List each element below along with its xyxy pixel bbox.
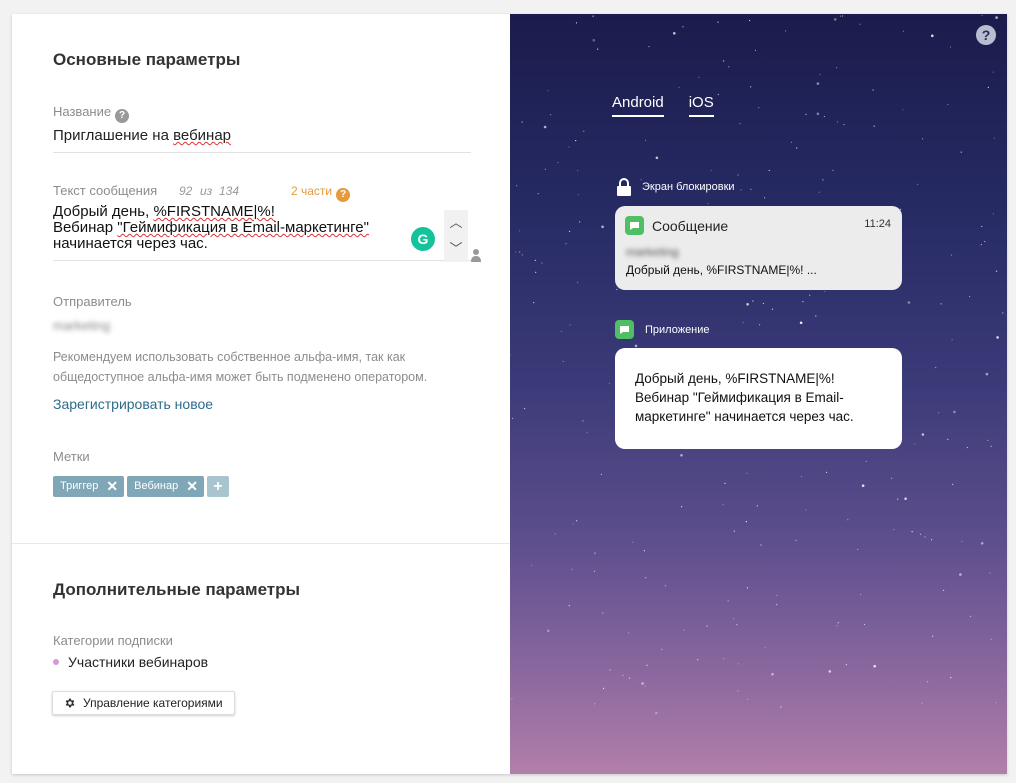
register-new-link[interactable]: Зарегистрировать новое [53, 396, 213, 412]
question-circle-icon[interactable]: ? [336, 188, 351, 202]
main-section-title: Основные параметры [53, 50, 241, 69]
category-item: Участники вебинаров [53, 654, 208, 670]
lock-screen-label: Экран блокировки [617, 178, 735, 196]
close-icon[interactable]: ✕ [186, 476, 198, 497]
notification-sender: marketing [626, 245, 679, 259]
name-label: Название? [53, 104, 130, 123]
app-message-bubble: Добрый день, %FIRSTNAME|%! Вебинар "Гейм… [615, 348, 902, 449]
close-icon[interactable]: ✕ [106, 476, 118, 497]
additional-section-title: Дополнительные параметры [53, 580, 301, 599]
message-bubble-icon [625, 216, 644, 235]
preview-panel: ? Android iOS Экран блокировки Сообщение… [510, 14, 1007, 774]
sender-hint: Рекомендуем использовать собственное аль… [53, 350, 428, 384]
name-input[interactable]: Приглашение на вебинар [53, 127, 471, 153]
app-label: Приложение [615, 320, 710, 339]
tags-label: Метки [53, 449, 90, 464]
question-circle-icon[interactable]: ? [976, 25, 996, 45]
question-circle-icon[interactable]: ? [115, 109, 130, 123]
sender-value[interactable]: marketing [53, 318, 110, 333]
settings-card: Основные параметры Название? Приглашение… [12, 14, 1007, 774]
lock-icon [617, 178, 631, 196]
lock-screen-notification: Сообщение 11:24 marketing Добрый день, %… [615, 206, 902, 290]
char-max: 134 [219, 184, 240, 198]
tags-list: Триггер ✕ Вебинар ✕ + [53, 476, 229, 497]
gear-icon [65, 698, 75, 708]
chevron-down-icon[interactable]: ﹀ [444, 236, 468, 262]
add-tag-button[interactable]: + [206, 476, 229, 497]
sms-parts: 2 части? [291, 184, 351, 202]
name-value-part1: Приглашение на [53, 127, 174, 144]
message-bubble-icon [615, 320, 634, 339]
notification-header: Сообщение [625, 216, 728, 235]
tab-ios[interactable]: iOS [688, 94, 714, 117]
platform-tabs: Android iOS [612, 94, 714, 117]
manage-categories-button[interactable]: Управление категориями [52, 691, 235, 715]
message-line-1: Добрый день, %FIRSTNAME|%! [53, 203, 275, 220]
message-textarea[interactable]: Добрый день, %FIRSTNAME|%! Вебинар "Гейм… [53, 204, 471, 261]
char-count: 92 [179, 184, 193, 198]
message-label: Текст сообщения [53, 183, 158, 198]
grammarly-icon[interactable]: G [411, 227, 435, 251]
message-line-3: начинается через час. [53, 235, 208, 252]
category-dot [53, 659, 59, 665]
tab-android[interactable]: Android [612, 94, 664, 117]
tag-webinar: Вебинар ✕ [127, 476, 204, 497]
tag-trigger: Триггер ✕ [53, 476, 125, 497]
section-divider [12, 543, 510, 544]
notification-time: 11:24 [864, 218, 891, 230]
user-icon [471, 249, 481, 262]
char-of: из [200, 184, 213, 198]
notification-preview: Добрый день, %FIRSTNAME|%! ... [626, 263, 817, 277]
textarea-scrollbar[interactable]: ︿ ﹀ [444, 210, 468, 262]
settings-panel: Основные параметры Название? Приглашение… [12, 14, 510, 774]
name-value-part2: вебинар [173, 127, 232, 144]
message-line-2: Вебинар "Геймификация в Email-маркетинге… [53, 219, 369, 236]
sender-label: Отправитель [53, 294, 132, 309]
chevron-up-icon[interactable]: ︿ [444, 210, 468, 236]
categories-label: Категории подписки [53, 633, 173, 648]
